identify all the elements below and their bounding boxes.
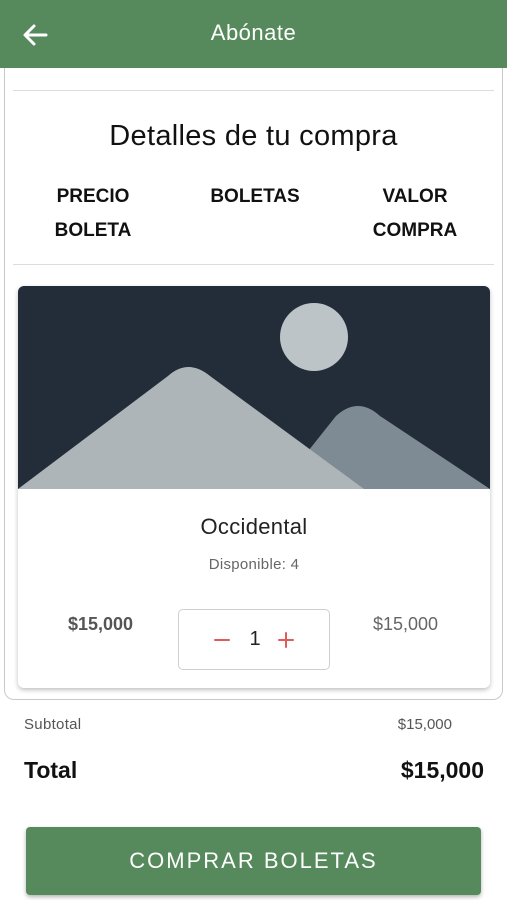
image-placeholder-icon xyxy=(18,286,490,489)
ticket-purchase-value: $15,000 xyxy=(372,614,439,634)
column-header-value: VALOR COMPRA xyxy=(345,180,485,248)
subtotal-value: $15,000 xyxy=(397,716,452,733)
column-header-value-line1: VALOR xyxy=(382,186,448,207)
ticket-availability: Disponible: 4 xyxy=(208,556,300,573)
page-title: Abónate xyxy=(210,20,297,45)
column-header-value-line2: COMPRA xyxy=(372,220,458,241)
plus-icon xyxy=(278,632,294,648)
column-header-price-line1: PRECIO xyxy=(56,186,130,207)
total-label: Total xyxy=(24,757,78,783)
total-value: $15,000 xyxy=(400,757,484,783)
quantity-value: 1 xyxy=(249,628,261,650)
increment-button[interactable] xyxy=(271,625,301,655)
quantity-stepper[interactable]: 1 xyxy=(178,609,330,670)
app-bar: Abónate xyxy=(0,0,507,68)
decrement-button[interactable] xyxy=(207,625,237,655)
ticket-card: Occidental Disponible: 4 $15,000 1 $15,0… xyxy=(18,286,490,688)
column-header-tickets: BOLETAS xyxy=(185,180,325,214)
details-title: Detalles de tu compra xyxy=(109,120,398,152)
column-header-tickets-label: BOLETAS xyxy=(210,186,300,207)
column-header-price-line2: BOLETA xyxy=(54,220,132,241)
ticket-price: $15,000 xyxy=(67,614,134,634)
ticket-name: Occidental xyxy=(200,514,308,539)
minus-icon xyxy=(214,639,230,641)
purchase-details-panel: Detalles de tu compra PRECIO BOLETA BOLE… xyxy=(4,68,503,700)
divider xyxy=(13,90,494,91)
divider xyxy=(13,264,494,265)
column-header-price: PRECIO BOLETA xyxy=(23,180,163,248)
subtotal-label: Subtotal xyxy=(24,716,82,733)
buy-tickets-button[interactable]: COMPRAR BOLETAS xyxy=(26,827,481,895)
